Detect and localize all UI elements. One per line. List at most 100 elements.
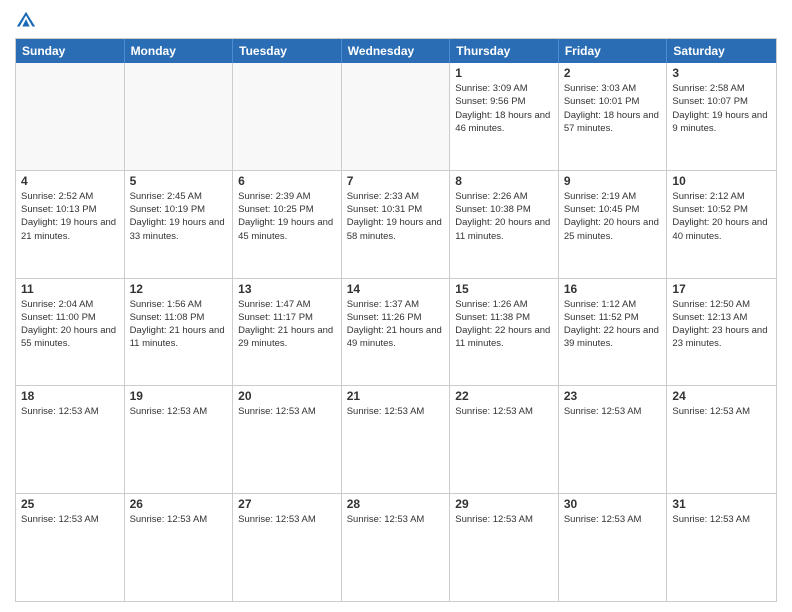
day-cell: 26 Sunrise: 12:53 AM: [125, 494, 234, 601]
day-info: Sunrise: 2:52 AM Sunset: 10:13 PM Daylig…: [21, 190, 119, 243]
day-number: 20: [238, 389, 336, 403]
day-cell: 11Sunrise: 2:04 AM Sunset: 11:00 PM Dayl…: [16, 279, 125, 386]
day-number: 4: [21, 174, 119, 188]
day-cell: 24 Sunrise: 12:53 AM: [667, 386, 776, 493]
day-info: Sunrise: 12:53 AM: [347, 513, 445, 526]
day-number: 13: [238, 282, 336, 296]
calendar: SundayMondayTuesdayWednesdayThursdayFrid…: [15, 38, 777, 602]
day-info: Sunrise: 2:39 AM Sunset: 10:25 PM Daylig…: [238, 190, 336, 243]
day-info: Sunrise: 12:50 AM Sunset: 12:13 AM Dayli…: [672, 298, 771, 351]
week-row-1: 1 Sunrise: 3:09 AM Sunset: 9:56 PM Daylig…: [16, 63, 776, 171]
day-cell: 29 Sunrise: 12:53 AM: [450, 494, 559, 601]
day-header-tuesday: Tuesday: [233, 39, 342, 63]
day-number: 15: [455, 282, 553, 296]
week-row-4: 18 Sunrise: 12:53 AM 19 Sunrise: 12:53 AM 20…: [16, 386, 776, 494]
day-number: 9: [564, 174, 662, 188]
week-row-3: 11Sunrise: 2:04 AM Sunset: 11:00 PM Dayl…: [16, 279, 776, 387]
day-number: 2: [564, 66, 662, 80]
day-info: Sunrise: 12:53 AM: [672, 513, 771, 526]
day-info: Sunrise: 1:37 AM Sunset: 11:26 PM Daylig…: [347, 298, 445, 351]
day-cell: [233, 63, 342, 170]
day-info: Sunrise: 12:53 AM: [130, 405, 228, 418]
day-cell: 4 Sunrise: 2:52 AM Sunset: 10:13 PM Dayli…: [16, 171, 125, 278]
day-header-wednesday: Wednesday: [342, 39, 451, 63]
day-number: 30: [564, 497, 662, 511]
day-number: 14: [347, 282, 445, 296]
day-number: 17: [672, 282, 771, 296]
day-cell: 22 Sunrise: 12:53 AM: [450, 386, 559, 493]
day-number: 12: [130, 282, 228, 296]
day-cell: 25Sunrise: 12:53 AM: [16, 494, 125, 601]
day-info: Sunrise: 12:53 AM: [564, 513, 662, 526]
week-row-2: 4 Sunrise: 2:52 AM Sunset: 10:13 PM Dayli…: [16, 171, 776, 279]
day-cell: 20Sunrise: 12:53 AM: [233, 386, 342, 493]
day-cell: [125, 63, 234, 170]
day-cell: 2Sunrise: 3:03 AM Sunset: 10:01 PM Dayli…: [559, 63, 668, 170]
day-cell: 5 Sunrise: 2:45 AM Sunset: 10:19 PM Dayli…: [125, 171, 234, 278]
day-number: 11: [21, 282, 119, 296]
day-cell: 23 Sunrise: 12:53 AM: [559, 386, 668, 493]
day-info: Sunrise: 12:53 AM: [21, 513, 119, 526]
day-cell: 19 Sunrise: 12:53 AM: [125, 386, 234, 493]
day-info: Sunrise: 12:53 AM: [238, 513, 336, 526]
day-number: 5: [130, 174, 228, 188]
day-cell: 6 Sunrise: 2:39 AM Sunset: 10:25 PM Dayli…: [233, 171, 342, 278]
day-number: 1: [455, 66, 553, 80]
day-cell: 30 Sunrise: 12:53 AM: [559, 494, 668, 601]
day-info: Sunrise: 2:26 AM Sunset: 10:38 PM Daylig…: [455, 190, 553, 243]
day-number: 21: [347, 389, 445, 403]
day-info: Sunrise: 1:12 AM Sunset: 11:52 PM Daylig…: [564, 298, 662, 351]
day-cell: 7Sunrise: 2:33 AM Sunset: 10:31 PM Dayli…: [342, 171, 451, 278]
day-info: Sunrise: 12:53 AM: [455, 513, 553, 526]
day-info: Sunrise: 12:53 AM: [347, 405, 445, 418]
day-cell: 31 Sunrise: 12:53 AM: [667, 494, 776, 601]
day-info: Sunrise: 2:12 AM Sunset: 10:52 PM Daylig…: [672, 190, 771, 243]
day-number: 23: [564, 389, 662, 403]
day-info: Sunrise: 2:19 AM Sunset: 10:45 PM Daylig…: [564, 190, 662, 243]
day-cell: 18 Sunrise: 12:53 AM: [16, 386, 125, 493]
day-info: Sunrise: 2:33 AM Sunset: 10:31 PM Daylig…: [347, 190, 445, 243]
day-cell: 16Sunrise: 1:12 AM Sunset: 11:52 PM Dayl…: [559, 279, 668, 386]
calendar-body: 1 Sunrise: 3:09 AM Sunset: 9:56 PM Daylig…: [16, 63, 776, 601]
day-info: Sunrise: 12:53 AM: [455, 405, 553, 418]
day-info: Sunrise: 1:56 AM Sunset: 11:08 PM Daylig…: [130, 298, 228, 351]
logo-icon: [15, 10, 37, 32]
day-cell: 8Sunrise: 2:26 AM Sunset: 10:38 PM Dayli…: [450, 171, 559, 278]
day-cell: 10 Sunrise: 2:12 AM Sunset: 10:52 PM Dayl…: [667, 171, 776, 278]
day-number: 6: [238, 174, 336, 188]
day-header-friday: Friday: [559, 39, 668, 63]
day-cell: 3 Sunrise: 2:58 AM Sunset: 10:07 PM Dayli…: [667, 63, 776, 170]
header: [15, 10, 777, 32]
day-number: 26: [130, 497, 228, 511]
day-info: Sunrise: 1:47 AM Sunset: 11:17 PM Daylig…: [238, 298, 336, 351]
day-info: Sunrise: 12:53 AM: [672, 405, 771, 418]
day-info: Sunrise: 12:53 AM: [564, 405, 662, 418]
day-info: Sunrise: 2:45 AM Sunset: 10:19 PM Daylig…: [130, 190, 228, 243]
logo: [15, 10, 41, 32]
day-cell: 17 Sunrise: 12:50 AM Sunset: 12:13 AM Day…: [667, 279, 776, 386]
day-number: 10: [672, 174, 771, 188]
day-info: Sunrise: 2:58 AM Sunset: 10:07 PM Daylig…: [672, 82, 771, 135]
day-cell: 9 Sunrise: 2:19 AM Sunset: 10:45 PM Dayli…: [559, 171, 668, 278]
day-cell: 27Sunrise: 12:53 AM: [233, 494, 342, 601]
day-cell: 12 Sunrise: 1:56 AM Sunset: 11:08 PM Dayl…: [125, 279, 234, 386]
day-number: 24: [672, 389, 771, 403]
day-cell: 15Sunrise: 1:26 AM Sunset: 11:38 PM Dayl…: [450, 279, 559, 386]
day-number: 29: [455, 497, 553, 511]
day-number: 3: [672, 66, 771, 80]
day-cell: 21 Sunrise: 12:53 AM: [342, 386, 451, 493]
day-cell: 14 Sunrise: 1:37 AM Sunset: 11:26 PM Dayl…: [342, 279, 451, 386]
day-info: Sunrise: 12:53 AM: [130, 513, 228, 526]
day-number: 31: [672, 497, 771, 511]
day-number: 22: [455, 389, 553, 403]
day-number: 19: [130, 389, 228, 403]
day-header-monday: Monday: [125, 39, 234, 63]
day-header-thursday: Thursday: [450, 39, 559, 63]
day-cell: [16, 63, 125, 170]
day-info: Sunrise: 3:09 AM Sunset: 9:56 PM Dayligh…: [455, 82, 553, 135]
day-headers: SundayMondayTuesdayWednesdayThursdayFrid…: [16, 39, 776, 63]
day-header-sunday: Sunday: [16, 39, 125, 63]
day-info: Sunrise: 12:53 AM: [21, 405, 119, 418]
day-number: 28: [347, 497, 445, 511]
day-number: 18: [21, 389, 119, 403]
